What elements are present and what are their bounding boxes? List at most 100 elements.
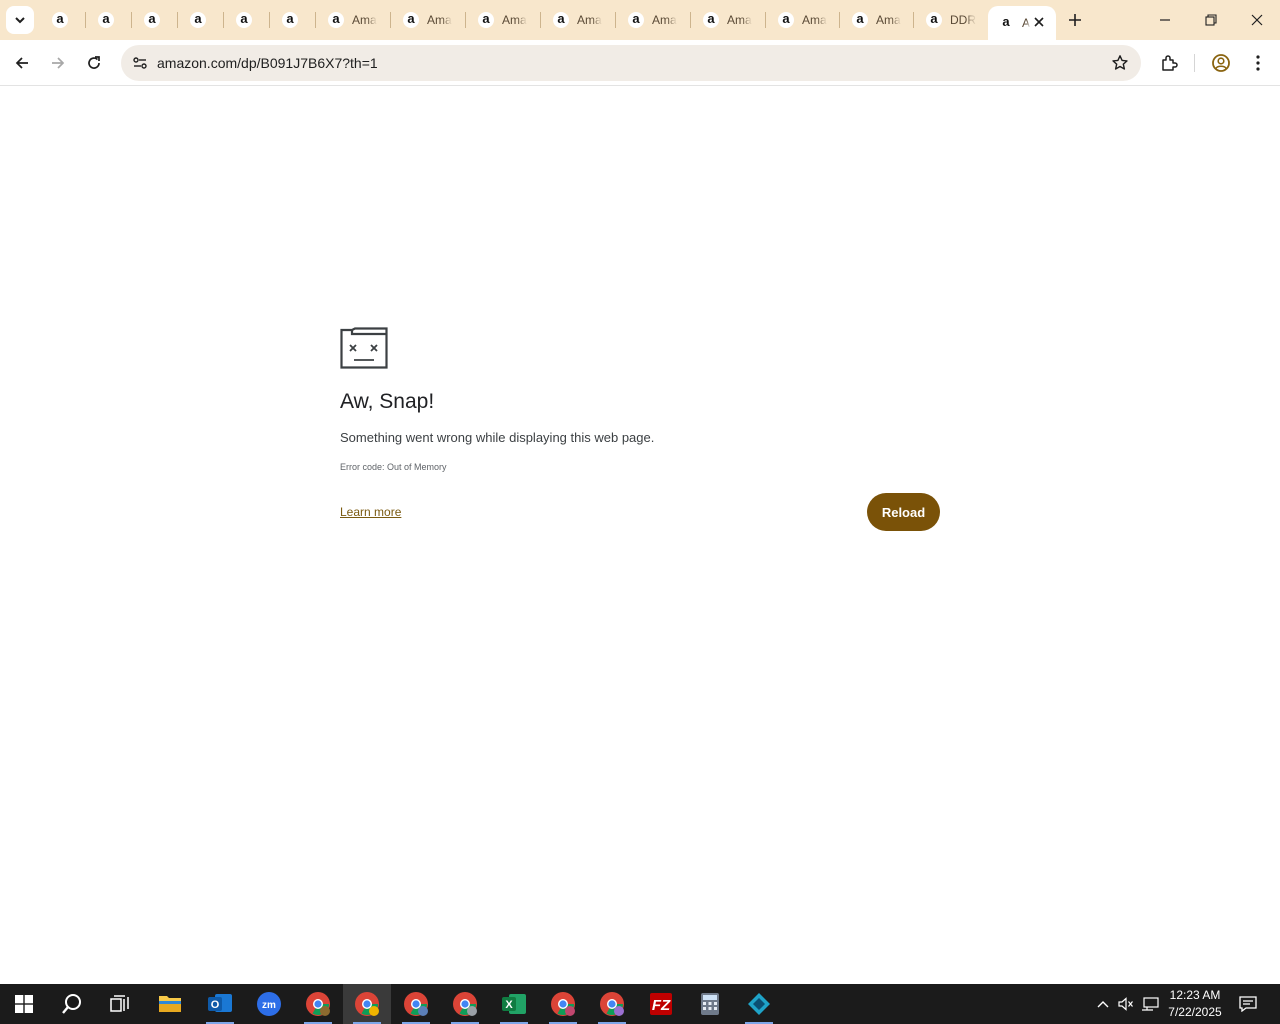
start-button[interactable] bbox=[0, 984, 48, 1024]
address-bar[interactable]: amazon.com/dp/B091J7B6X7?th=1 bbox=[121, 45, 1141, 81]
chrome-profile-2-taskbar-icon[interactable] bbox=[392, 984, 440, 1024]
tab-title: Ama bbox=[652, 13, 677, 27]
tab-title: A bbox=[1022, 16, 1031, 30]
url-text[interactable]: amazon.com/dp/B091J7B6X7?th=1 bbox=[157, 55, 378, 71]
reload-button[interactable]: Reload bbox=[867, 493, 940, 531]
more-vertical-icon bbox=[1256, 55, 1260, 71]
chevron-down-icon bbox=[15, 17, 25, 24]
error-code: Error code: Out of Memory bbox=[340, 462, 447, 472]
app-taskbar-icon[interactable] bbox=[735, 984, 783, 1024]
back-button[interactable] bbox=[7, 48, 37, 78]
amazon-favicon-icon: a bbox=[998, 15, 1014, 31]
amazon-favicon-icon: a bbox=[282, 12, 298, 28]
network-ethernet-icon bbox=[1142, 997, 1159, 1011]
arrow-left-icon bbox=[15, 57, 28, 69]
tab-strip: a a a a a a a Ama a Ama a Ama a Ama a Ama a Am… bbox=[0, 0, 1280, 40]
show-hidden-icons-button[interactable] bbox=[1092, 984, 1114, 1024]
svg-text:X: X bbox=[505, 999, 513, 1011]
tab-title: Ama bbox=[577, 13, 602, 27]
minimize-icon bbox=[1160, 19, 1170, 21]
windows-taskbar: O zm X FZ 12:23 AM 7/22/2025 bbox=[0, 984, 1280, 1024]
chrome-profile-5-taskbar-icon[interactable] bbox=[588, 984, 636, 1024]
close-tab-icon[interactable] bbox=[1030, 13, 1048, 31]
new-tab-button[interactable] bbox=[1063, 8, 1087, 32]
tab-search-button[interactable] bbox=[6, 6, 34, 34]
restore-button[interactable] bbox=[1188, 0, 1234, 40]
excel-taskbar-icon[interactable]: X bbox=[490, 984, 538, 1024]
zoom-taskbar-icon[interactable]: zm bbox=[245, 984, 293, 1024]
file-explorer-taskbar-icon[interactable] bbox=[146, 984, 194, 1024]
tab-title: Ama bbox=[802, 13, 827, 27]
tab[interactable]: a Ama bbox=[466, 0, 541, 40]
profile-button[interactable] bbox=[1206, 48, 1236, 78]
minimize-button[interactable] bbox=[1142, 0, 1188, 40]
tab[interactable]: a Ama bbox=[766, 0, 840, 40]
notifications-button[interactable] bbox=[1234, 984, 1262, 1024]
tab[interactable]: a bbox=[86, 0, 132, 40]
extensions-button[interactable] bbox=[1154, 48, 1184, 78]
plus-icon bbox=[1069, 14, 1081, 26]
reload-toolbar-button[interactable] bbox=[79, 48, 109, 78]
tab-title: Ama bbox=[502, 13, 527, 27]
bookmark-star-icon[interactable] bbox=[1111, 54, 1129, 72]
chevron-up-icon bbox=[1097, 1001, 1109, 1008]
svg-text:FZ: FZ bbox=[652, 997, 671, 1014]
tab[interactable]: a Ama bbox=[316, 0, 391, 40]
tab[interactable]: a bbox=[224, 0, 270, 40]
tab-title: Ama bbox=[427, 13, 452, 27]
tab-title: Ama bbox=[352, 13, 377, 27]
outlook-taskbar-icon[interactable]: O bbox=[196, 984, 244, 1024]
learn-more-link[interactable]: Learn more bbox=[340, 505, 401, 519]
sad-folder-icon bbox=[340, 327, 388, 369]
amazon-favicon-icon: a bbox=[403, 12, 419, 28]
tab[interactable]: a bbox=[132, 0, 178, 40]
forward-button[interactable] bbox=[43, 48, 73, 78]
system-clock[interactable]: 12:23 AM 7/22/2025 bbox=[1160, 987, 1230, 1021]
calculator-taskbar-icon[interactable] bbox=[686, 984, 734, 1024]
tab[interactable]: a Ama bbox=[541, 0, 616, 40]
tab[interactable]: a Ama bbox=[840, 0, 914, 40]
tab[interactable]: a Ama bbox=[616, 0, 691, 40]
tab-active[interactable]: a A bbox=[988, 6, 1056, 40]
windows-logo-icon bbox=[15, 995, 33, 1013]
amazon-favicon-icon: a bbox=[852, 12, 868, 28]
volume-muted-icon bbox=[1118, 997, 1133, 1011]
close-icon bbox=[1251, 14, 1263, 26]
refresh-icon bbox=[88, 56, 100, 69]
amazon-favicon-icon: a bbox=[236, 12, 252, 28]
tab[interactable]: a Ama bbox=[691, 0, 766, 40]
filezilla-taskbar-icon[interactable]: FZ bbox=[637, 984, 685, 1024]
tab[interactable]: a bbox=[178, 0, 224, 40]
site-info-icon[interactable] bbox=[127, 50, 153, 76]
close-window-button[interactable] bbox=[1234, 0, 1280, 40]
tab-title: DDR bbox=[950, 13, 976, 27]
tab-ddr[interactable]: a DDR bbox=[914, 0, 988, 40]
tab[interactable]: a bbox=[270, 0, 316, 40]
tab-title: Ama bbox=[876, 13, 901, 27]
amazon-favicon-icon: a bbox=[703, 12, 719, 28]
amazon-favicon-icon: a bbox=[98, 12, 114, 28]
profile-avatar-icon bbox=[1212, 54, 1230, 72]
notification-center-icon bbox=[1239, 996, 1257, 1012]
task-view-button[interactable] bbox=[96, 984, 144, 1024]
search-icon bbox=[62, 994, 81, 1014]
tab[interactable]: a Ama bbox=[391, 0, 466, 40]
chrome-profile-3-taskbar-icon[interactable] bbox=[441, 984, 489, 1024]
volume-button[interactable] bbox=[1114, 984, 1138, 1024]
search-button[interactable] bbox=[48, 984, 96, 1024]
amazon-favicon-icon: a bbox=[553, 12, 569, 28]
chrome-taskbar-icon[interactable] bbox=[294, 984, 342, 1024]
task-view-icon bbox=[110, 995, 129, 1012]
network-button[interactable] bbox=[1138, 984, 1162, 1024]
amazon-favicon-icon: a bbox=[190, 12, 206, 28]
browser-menu-button[interactable] bbox=[1243, 48, 1273, 78]
amazon-favicon-icon: a bbox=[628, 12, 644, 28]
restore-icon bbox=[1205, 14, 1217, 26]
tab[interactable]: a bbox=[40, 0, 86, 40]
chrome-active-taskbar-icon[interactable] bbox=[343, 984, 391, 1024]
amazon-favicon-icon: a bbox=[328, 12, 344, 28]
tab-title: Ama bbox=[727, 13, 752, 27]
clock-time: 12:23 AM bbox=[1169, 988, 1221, 1002]
error-title: Aw, Snap! bbox=[340, 390, 435, 413]
chrome-profile-4-taskbar-icon[interactable] bbox=[539, 984, 587, 1024]
